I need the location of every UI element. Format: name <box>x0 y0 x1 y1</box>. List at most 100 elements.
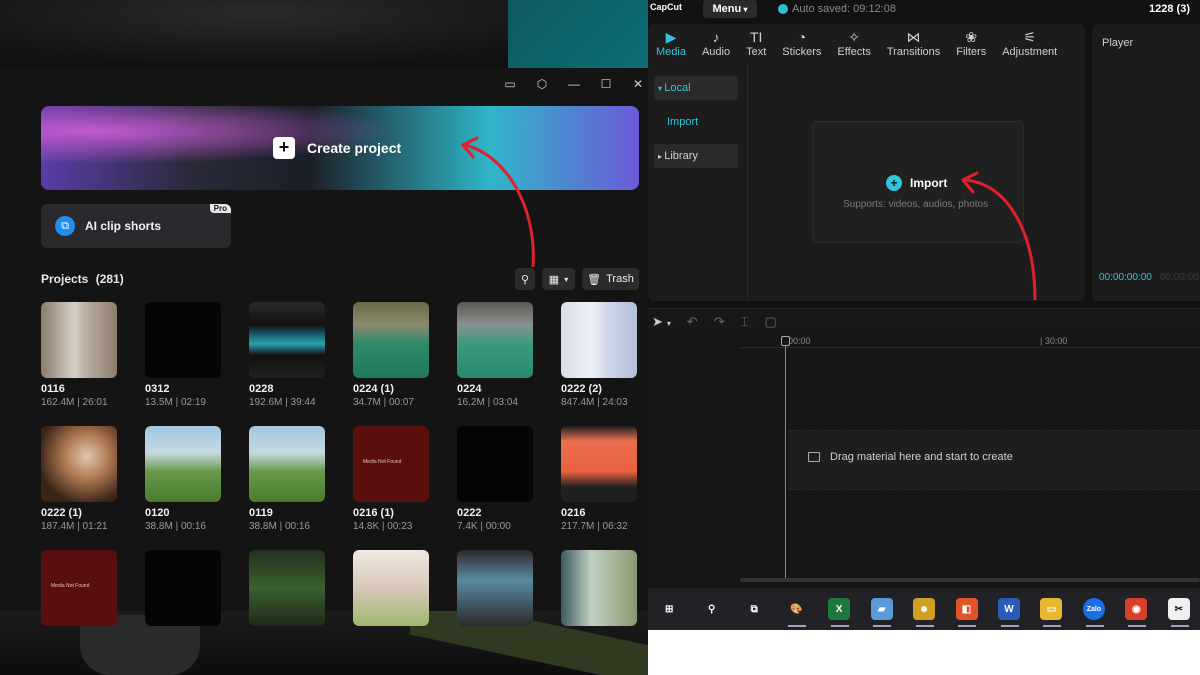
office-taskbar-button[interactable]: ◧ <box>945 588 987 630</box>
project-card[interactable]: 0228 192.6M | 39:44 <box>249 302 325 408</box>
projects-count: (281) <box>95 272 124 286</box>
tab-adjustment[interactable]: ⚟ Adjustment <box>994 24 1065 64</box>
tool-tabs: ▶ Media ♪ Audio TI Text ◔ Stickers ✧ Effects ⋈ Tran… <box>648 24 1085 64</box>
plus-circle-icon: + <box>886 175 902 191</box>
project-card[interactable] <box>457 550 533 626</box>
settings-icon[interactable]: ⬡ <box>534 76 550 92</box>
plus-icon: + <box>273 137 295 159</box>
undo-icon[interactable]: ↶ <box>687 314 698 330</box>
autosave-text: Auto saved: 09:12:08 <box>792 3 896 15</box>
project-card[interactable]: Media Not Found <box>41 550 117 626</box>
project-thumbnail: Media Not Found <box>353 426 429 502</box>
ruler-30: | 30:00 <box>1040 336 1068 346</box>
word-taskbar-button[interactable]: W <box>988 588 1030 630</box>
project-card[interactable]: 0120 38.8M | 00:16 <box>145 426 221 532</box>
task-view-taskbar-button[interactable]: ⧉ <box>733 588 775 630</box>
sidenav-library-label: Library <box>664 150 698 162</box>
project-card[interactable] <box>561 550 637 626</box>
feedback-icon[interactable]: ▭ <box>502 76 518 92</box>
search-taskbar-button[interactable]: ⚲ <box>690 588 732 630</box>
ai-clip-shorts-button[interactable]: ⧉ AI clip shorts Pro <box>41 204 231 248</box>
project-card[interactable]: 0224 16.2M | 03:04 <box>457 302 533 408</box>
notes-icon: ▰ <box>870 598 893 620</box>
timeline-scrollbar[interactable] <box>740 578 1200 582</box>
project-name: 0216 (1) <box>353 507 394 519</box>
project-meta: 162.4M | 26:01 <box>41 397 108 408</box>
paint-taskbar-button[interactable]: 🎨 <box>775 588 817 630</box>
view-toggle-button[interactable]: ▦ ▾ <box>542 268 575 290</box>
tab-text[interactable]: TI Text <box>738 24 774 64</box>
sidenav-local[interactable]: ▾ Local <box>654 76 738 100</box>
import-supports-text: Supports: videos, audios, photos <box>843 199 989 210</box>
import-label: Import <box>910 176 948 190</box>
project-thumbnail <box>353 302 429 378</box>
select-cursor-icon[interactable]: ➤ ▾ <box>652 314 671 330</box>
import-dropzone[interactable]: + Import Supports: videos, audios, photos <box>812 121 1024 243</box>
zalo-icon: Zalo <box>1082 598 1105 620</box>
project-card[interactable]: Media Not Found 0216 (1) 14.8K | 00:23 <box>353 426 429 532</box>
notes-taskbar-button[interactable]: ▰ <box>860 588 902 630</box>
tab-audio[interactable]: ♪ Audio <box>694 24 738 64</box>
project-card[interactable]: 0216 217.7M | 06:32 <box>561 426 637 532</box>
sidenav-library[interactable]: ▸ Library <box>654 144 738 168</box>
search-button[interactable]: ⚲ <box>515 268 535 290</box>
timeline-drop-area[interactable]: Drag material here and start to create <box>788 430 1200 490</box>
project-card[interactable]: 0116 162.4M | 26:01 <box>41 302 117 408</box>
trash-icon: 🗑 <box>587 273 602 286</box>
project-card[interactable]: 0222 (2) 847.4M | 24:03 <box>561 302 637 408</box>
chrome-icon: ◉ <box>1125 598 1148 620</box>
trash-button[interactable]: 🗑 Trash <box>582 268 639 290</box>
split-icon[interactable]: ⌶ <box>741 314 749 330</box>
tab-label: Stickers <box>782 46 822 58</box>
autosave-status: Auto saved: 09:12:08 <box>778 3 896 15</box>
tab-transitions[interactable]: ⋈ Transitions <box>879 24 948 64</box>
redo-icon[interactable]: ↷ <box>714 314 725 330</box>
project-card[interactable] <box>145 550 221 626</box>
tab-media[interactable]: ▶ Media <box>648 24 694 64</box>
project-card[interactable]: 0222 (1) 187.4M | 01:21 <box>41 426 117 532</box>
minimize-icon[interactable]: — <box>566 76 582 92</box>
project-meta: 34.7M | 00:07 <box>353 397 414 408</box>
grid-view-icon: ▦ <box>548 273 560 286</box>
capcut-logo: CapCut <box>650 2 682 12</box>
project-thumbnail <box>249 550 325 626</box>
project-thumbnail <box>41 302 117 378</box>
zalo-taskbar-button[interactable]: Zalo <box>1073 588 1115 630</box>
sidenav-local-label: Local <box>664 82 691 94</box>
tab-label: Media <box>656 46 686 58</box>
create-project-button[interactable]: + Create project <box>41 106 639 190</box>
word-icon: W <box>997 598 1020 620</box>
menu-button[interactable]: Menu ▾ <box>703 0 757 18</box>
tab-effects[interactable]: ✧ Effects <box>829 24 878 64</box>
project-thumbnail <box>41 426 117 502</box>
capcut-taskbar-button[interactable]: ✂ <box>1158 588 1200 630</box>
sidenav-import[interactable]: Import <box>654 110 738 134</box>
project-card[interactable]: 0119 38.8M | 00:16 <box>249 426 325 532</box>
chrome-dino-taskbar-button[interactable]: ☻ <box>903 588 945 630</box>
office-icon: ◧ <box>955 598 978 620</box>
project-name[interactable]: 1228 (3) <box>1149 3 1190 15</box>
chrome-taskbar-button[interactable]: ◉ <box>1115 588 1157 630</box>
tab-filters[interactable]: ❀ Filters <box>948 24 994 64</box>
project-card[interactable]: 0222 7.4K | 00:00 <box>457 426 533 532</box>
tab-label: Effects <box>837 46 871 58</box>
menu-label: Menu <box>712 3 742 15</box>
playhead[interactable] <box>781 336 790 578</box>
ruler-start: 00:00 <box>788 336 811 346</box>
excel-taskbar-button[interactable]: X <box>818 588 860 630</box>
tab-stickers[interactable]: ◔ Stickers <box>774 24 829 64</box>
explorer-taskbar-button[interactable]: ▭ <box>1030 588 1072 630</box>
maximize-icon[interactable]: ☐ <box>598 76 614 92</box>
project-card[interactable]: 0224 (1) 34.7M | 00:07 <box>353 302 429 408</box>
delete-icon[interactable]: ▢ <box>765 314 777 330</box>
close-icon[interactable]: ✕ <box>630 76 646 92</box>
media-icon: ▶ <box>665 29 677 45</box>
project-card[interactable]: 0312 13.5M | 02:19 <box>145 302 221 408</box>
tab-label: Adjustment <box>1002 46 1058 58</box>
task-view-icon: ⧉ <box>743 598 766 620</box>
project-thumbnail <box>561 550 637 626</box>
media-not-found-text: Media Not Found <box>363 459 402 465</box>
windows-start-taskbar-button[interactable]: ⊞ <box>648 588 690 630</box>
project-card[interactable] <box>249 550 325 626</box>
project-card[interactable] <box>353 550 429 626</box>
